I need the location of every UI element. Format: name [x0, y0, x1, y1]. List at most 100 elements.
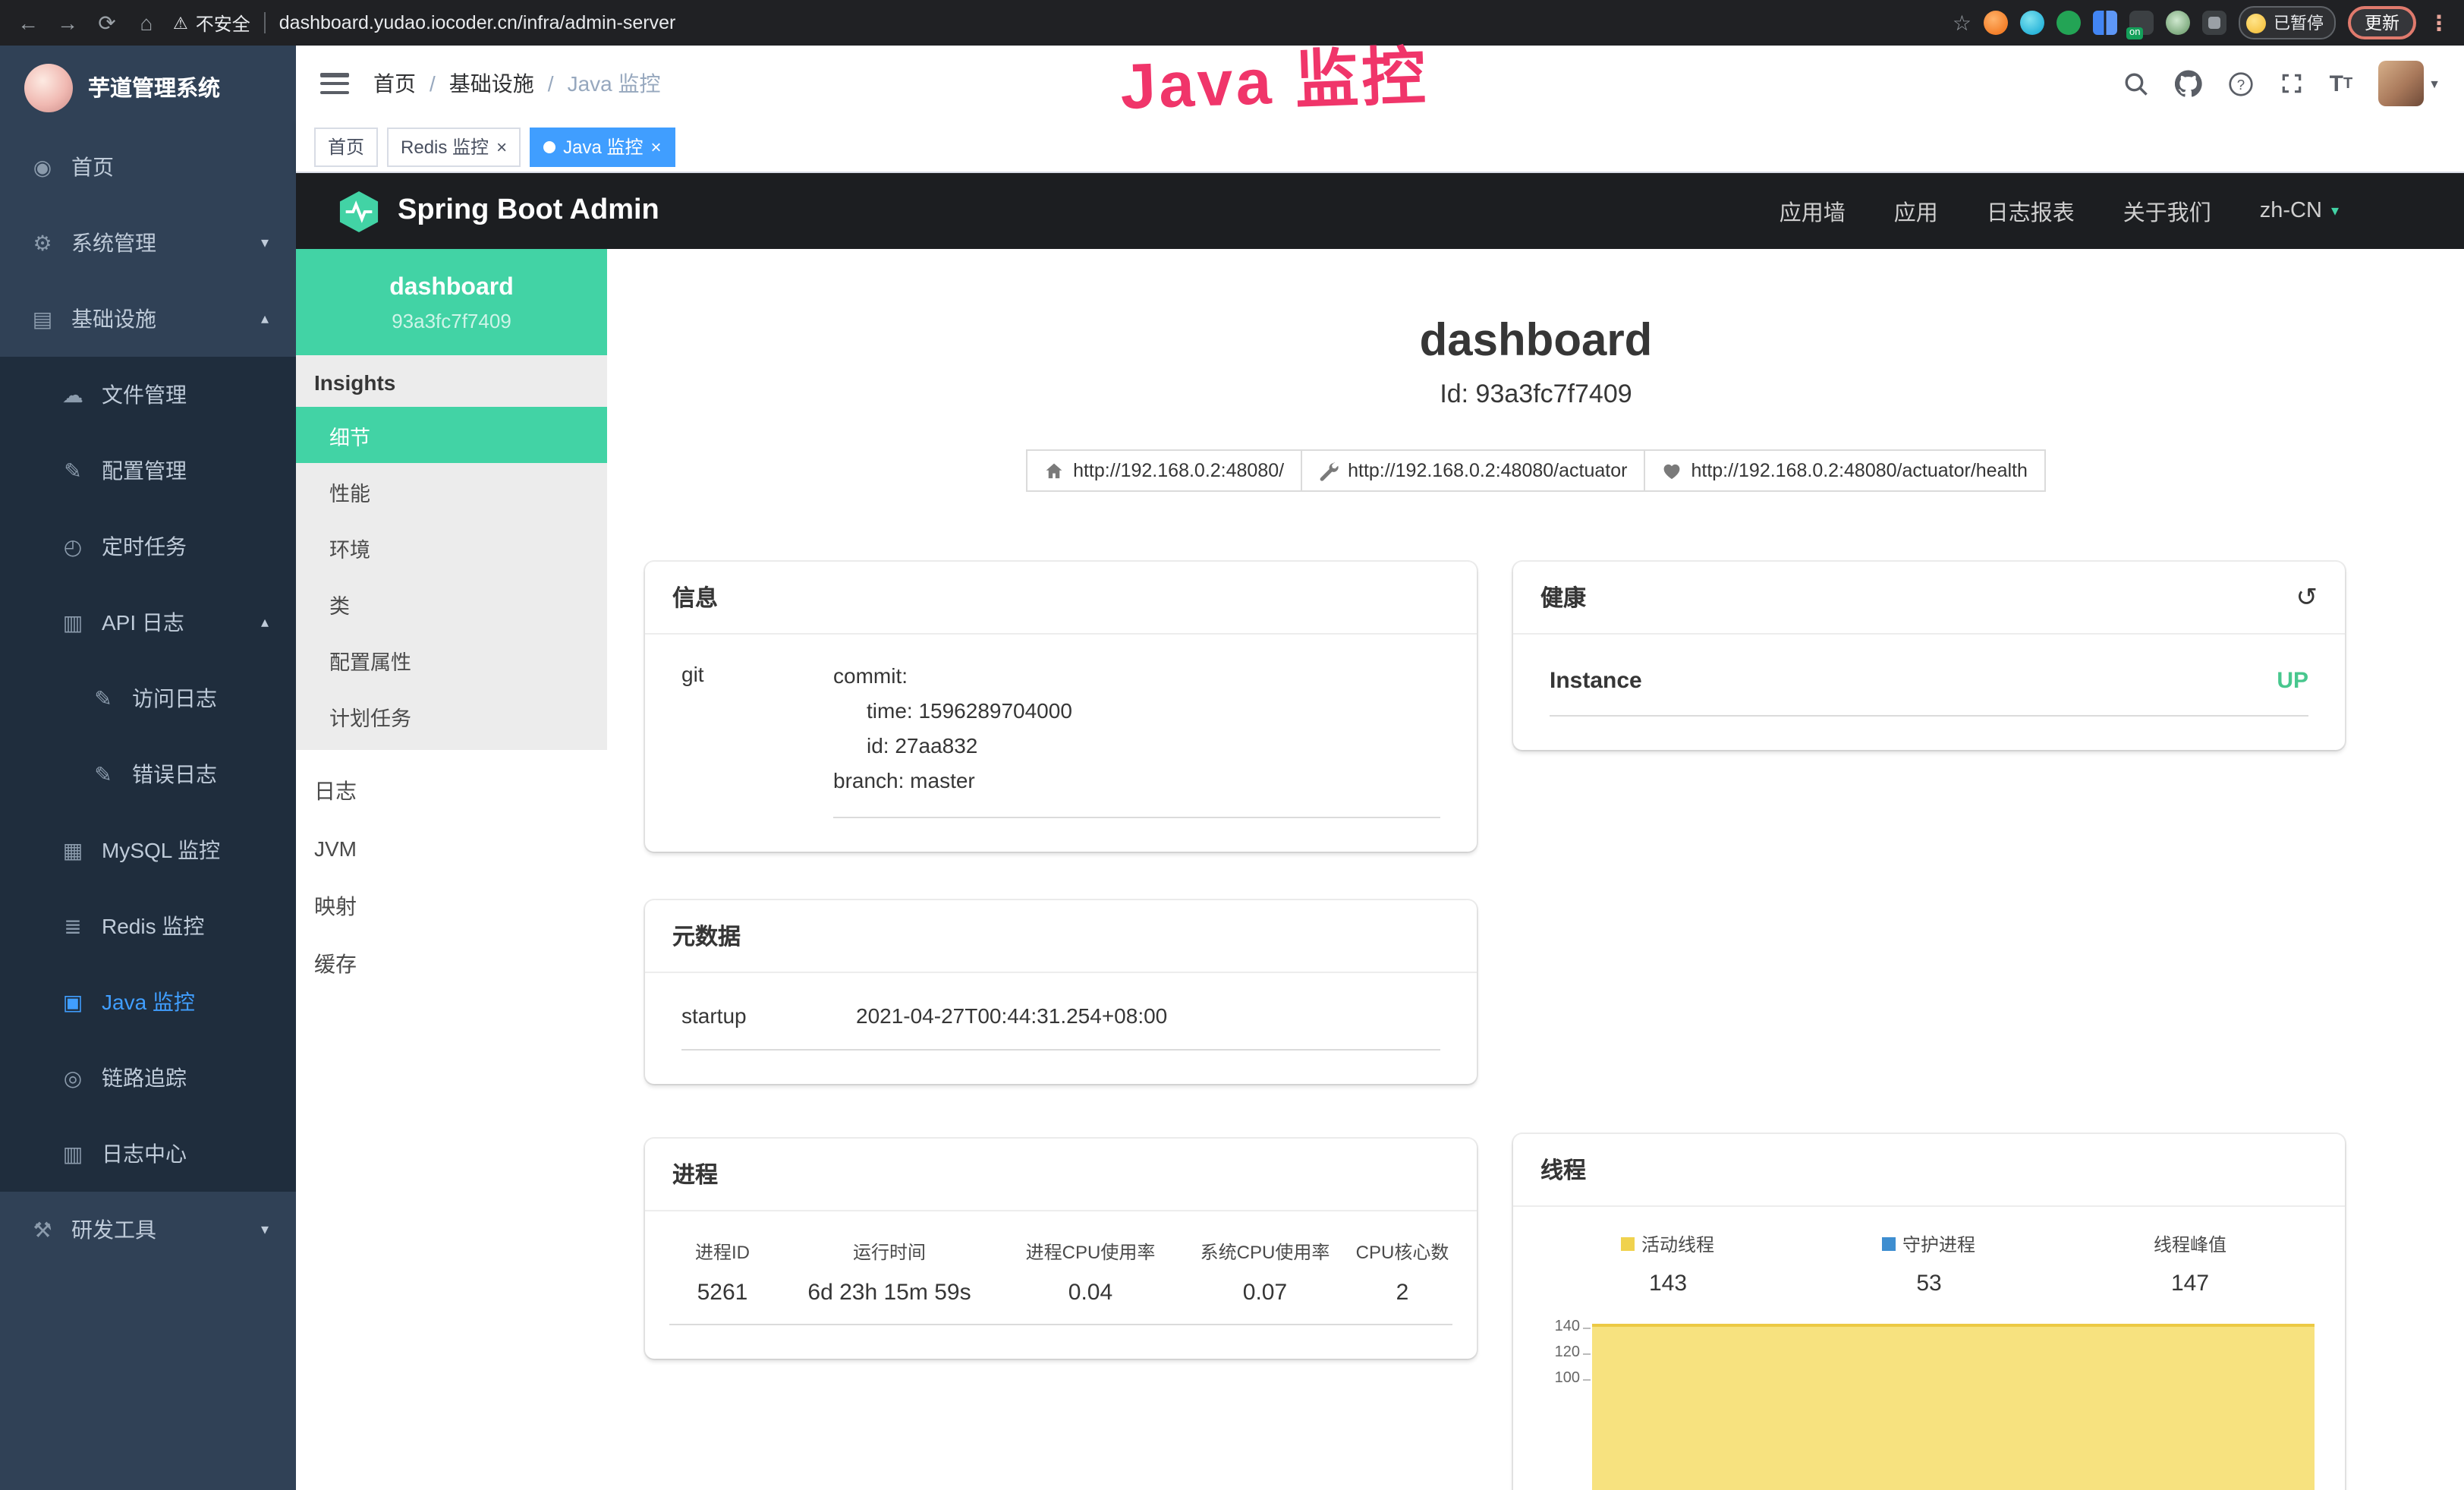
sidebar-item-system[interactable]: ⚙ 系统管理 ▾: [0, 205, 296, 281]
sba-item-caches[interactable]: 缓存: [296, 935, 607, 993]
sidebar-item-redis[interactable]: ≣ Redis 监控: [0, 888, 296, 964]
sidebar-menu: ◉ 首页 ⚙ 系统管理 ▾ ▤ 基础设施 ▴ ☁ 文件管理: [0, 129, 296, 1268]
sba-link-applications[interactable]: 应用: [1894, 195, 1938, 227]
sba-link-about[interactable]: 关于我们: [2123, 195, 2211, 227]
hamburger-icon[interactable]: [320, 73, 349, 94]
tab-label: 首页: [328, 134, 364, 159]
sba-locale-select[interactable]: zh-CN ▾: [2260, 199, 2339, 223]
topbar-actions: ? TT ▼: [2123, 61, 2440, 106]
tab-home[interactable]: 首页: [314, 127, 378, 166]
heart-icon: [1662, 461, 1682, 480]
sidebar-item-java[interactable]: ▣ Java 监控: [0, 964, 296, 1040]
search-icon[interactable]: [2123, 71, 2149, 96]
browser-menu-icon[interactable]: ⋮: [2428, 10, 2450, 36]
sba-insights-group: Insights 细节 性能 环境 类 配置属性 计划任务: [296, 355, 607, 750]
sidebar-item-devtools[interactable]: ⚒ 研发工具 ▾: [0, 1192, 296, 1268]
sidebar-item-config[interactable]: ✎ 配置管理: [0, 433, 296, 509]
threads-legend: 活动线程 143 守护进程: [1537, 1231, 2321, 1296]
sba-item-environment[interactable]: 环境: [296, 519, 607, 575]
sidebar-item-job[interactable]: ◴ 定时任务: [0, 509, 296, 584]
close-icon[interactable]: ×: [650, 137, 661, 156]
sidebar-item-label: 研发工具: [71, 1214, 156, 1245]
y-tick: 140: [1555, 1318, 1580, 1335]
actuator-url-link[interactable]: http://192.168.0.2:48080/actuator: [1302, 449, 1645, 492]
bookmark-star-icon[interactable]: ☆: [1953, 10, 1972, 36]
extension-icon-green[interactable]: [2056, 11, 2081, 35]
sba-item-metrics[interactable]: 性能: [296, 463, 607, 519]
process-table-header: 进程ID 运行时间 进程CPU使用率 系统CPU使用率 CPU核心数: [669, 1233, 1452, 1280]
legend-live-threads: 活动线程 143: [1537, 1231, 1798, 1296]
cards-right-column: 健康 ↺ Instance UP: [1513, 562, 2345, 1490]
service-url-link[interactable]: http://192.168.0.2:48080/: [1026, 449, 1302, 492]
sidebar-item-file[interactable]: ☁ 文件管理: [0, 357, 296, 433]
browser-update-button[interactable]: 更新: [2348, 6, 2416, 39]
instance-id: 93a3fc7f7409: [308, 310, 595, 332]
sba-item-jvm[interactable]: JVM: [296, 820, 607, 877]
sidebar-item-log-center[interactable]: ▥ 日志中心: [0, 1116, 296, 1192]
sidebar-item-api-log[interactable]: ▥ API 日志 ▴: [0, 584, 296, 660]
breadcrumb-home[interactable]: 首页: [373, 68, 416, 99]
info-card: 信息 git commit: time: 1596289704000 id: 2…: [645, 562, 1477, 852]
close-icon[interactable]: ×: [496, 137, 507, 156]
browser-refresh-icon[interactable]: ⟳: [94, 10, 120, 36]
sba-item-configprops[interactable]: 配置属性: [296, 632, 607, 688]
process-card-title: 进程: [645, 1139, 1477, 1211]
sidebar-item-error-log[interactable]: ✎ 错误日志: [0, 736, 296, 812]
history-icon[interactable]: ↺: [2296, 582, 2318, 613]
sidebar-item-access-log[interactable]: ✎ 访问日志: [0, 660, 296, 736]
user-avatar[interactable]: ▼: [2378, 61, 2440, 106]
extensions-puzzle-icon[interactable]: [2202, 11, 2226, 35]
browser-chrome: ← → ⟳ ⌂ ⚠ 不安全 dashboard.yudao.iocoder.cn…: [0, 0, 2464, 46]
address-bar[interactable]: dashboard.yudao.iocoder.cn/infra/admin-s…: [279, 12, 1939, 33]
health-card-header: 健康 ↺: [1513, 562, 2345, 635]
process-col-proc-cpu: 进程CPU使用率: [1003, 1239, 1178, 1265]
app-logo: [24, 63, 73, 112]
sidebar-item-label: 链路追踪: [102, 1063, 187, 1093]
sba-instance-header[interactable]: dashboard 93a3fc7f7409: [296, 249, 607, 355]
sba-item-classes[interactable]: 类: [296, 575, 607, 632]
svg-text:?: ?: [2236, 76, 2244, 92]
tab-label: Redis 监控: [401, 134, 489, 159]
sba-brand-label: Spring Boot Admin: [398, 194, 659, 228]
health-row-instance[interactable]: Instance UP: [1550, 659, 2308, 717]
extension-icon-grid[interactable]: [2093, 11, 2117, 35]
github-icon[interactable]: [2175, 70, 2202, 97]
tab-java-monitor[interactable]: Java 监控 ×: [530, 127, 675, 166]
font-size-icon[interactable]: TT: [2330, 71, 2353, 96]
process-table-values: 5261 6d 23h 15m 59s 0.04 0.07 2: [669, 1280, 1452, 1325]
sba-item-logs[interactable]: 日志: [296, 762, 607, 820]
fullscreen-icon[interactable]: [2280, 71, 2304, 96]
sba-link-wallboard[interactable]: 应用墙: [1780, 195, 1846, 227]
browser-forward-icon[interactable]: →: [55, 11, 80, 35]
sidebar-item-mysql[interactable]: ▦ MySQL 监控: [0, 812, 296, 888]
app-title: 芋道管理系统: [88, 71, 220, 103]
tab-redis-monitor[interactable]: Redis 监控 ×: [387, 127, 521, 166]
process-card-body: 进程ID 运行时间 进程CPU使用率 系统CPU使用率 CPU核心数 5261: [645, 1211, 1477, 1359]
sba-logo-icon: [338, 189, 379, 233]
sba-brand[interactable]: Spring Boot Admin: [338, 189, 659, 233]
browser-home-icon[interactable]: ⌂: [134, 11, 159, 35]
sba-item-scheduled-tasks[interactable]: 计划任务: [296, 688, 607, 744]
extension-icon-orange[interactable]: [1984, 11, 2008, 35]
breadcrumb-infra[interactable]: 基础设施: [449, 68, 534, 99]
extension-icon-leaf[interactable]: [2166, 11, 2190, 35]
health-url-link[interactable]: http://192.168.0.2:48080/actuator/health: [1645, 449, 2045, 492]
browser-back-icon[interactable]: ←: [15, 11, 41, 35]
sidebar-item-infra[interactable]: ▤ 基础设施 ▴: [0, 281, 296, 357]
sba-item-details[interactable]: 细节: [296, 407, 607, 463]
endpoint-links: http://192.168.0.2:48080/ http://192.168…: [607, 449, 2464, 492]
metadata-card: 元数据 startup 2021-04-27T00:44:31.254+08:0…: [645, 900, 1477, 1084]
extension-icon-drop[interactable]: [2020, 11, 2044, 35]
help-icon[interactable]: ?: [2228, 71, 2254, 96]
paused-badge[interactable]: 已暂停: [2239, 6, 2336, 39]
sba-link-journal[interactable]: 日志报表: [1987, 195, 2075, 227]
site-security-indicator[interactable]: ⚠ 不安全: [173, 10, 250, 36]
chevron-down-icon: ▾: [2331, 203, 2339, 219]
wrench-icon: [1319, 461, 1339, 480]
sba-item-mappings[interactable]: 映射: [296, 877, 607, 935]
extension-icon-switch[interactable]: on: [2129, 11, 2154, 35]
sidebar-item-home[interactable]: ◉ 首页: [0, 129, 296, 205]
app-logo-row[interactable]: 芋道管理系统: [0, 46, 296, 129]
y-tick: 120: [1555, 1344, 1580, 1361]
sidebar-item-tracing[interactable]: ◎ 链路追踪: [0, 1040, 296, 1116]
